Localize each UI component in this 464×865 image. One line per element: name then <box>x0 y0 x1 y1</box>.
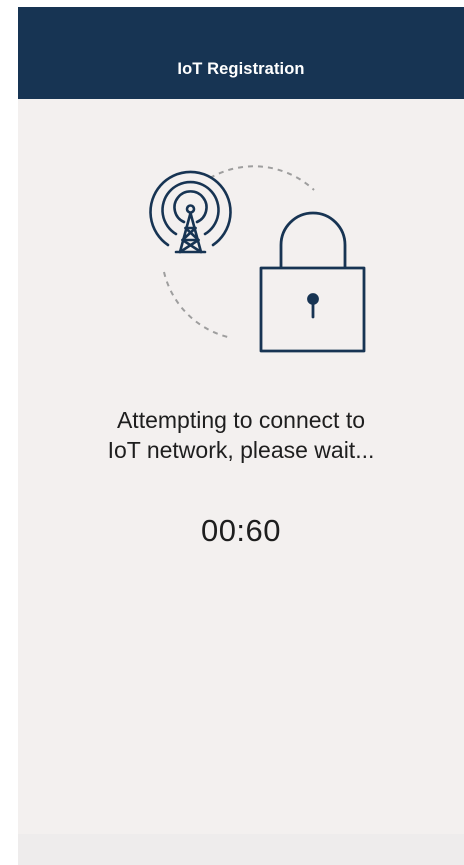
footer-bar <box>18 834 464 865</box>
connection-status-message: Attempting to connect to IoT network, pl… <box>18 405 464 465</box>
countdown-timer: 00:60 <box>200 513 282 548</box>
status-line-1: Attempting to connect to <box>116 407 366 433</box>
connection-arc-lower <box>163 271 233 339</box>
app-screen: IoT Registration Attempting to connect t… <box>18 7 464 865</box>
connection-illustration <box>149 165 366 353</box>
connection-arc <box>209 165 315 191</box>
radio-tower-icon <box>149 170 232 254</box>
status-line-2: IoT network, please wait... <box>107 437 375 463</box>
app-header: IoT Registration <box>18 7 464 99</box>
padlock-icon <box>259 211 366 353</box>
page-title: IoT Registration <box>177 60 305 78</box>
